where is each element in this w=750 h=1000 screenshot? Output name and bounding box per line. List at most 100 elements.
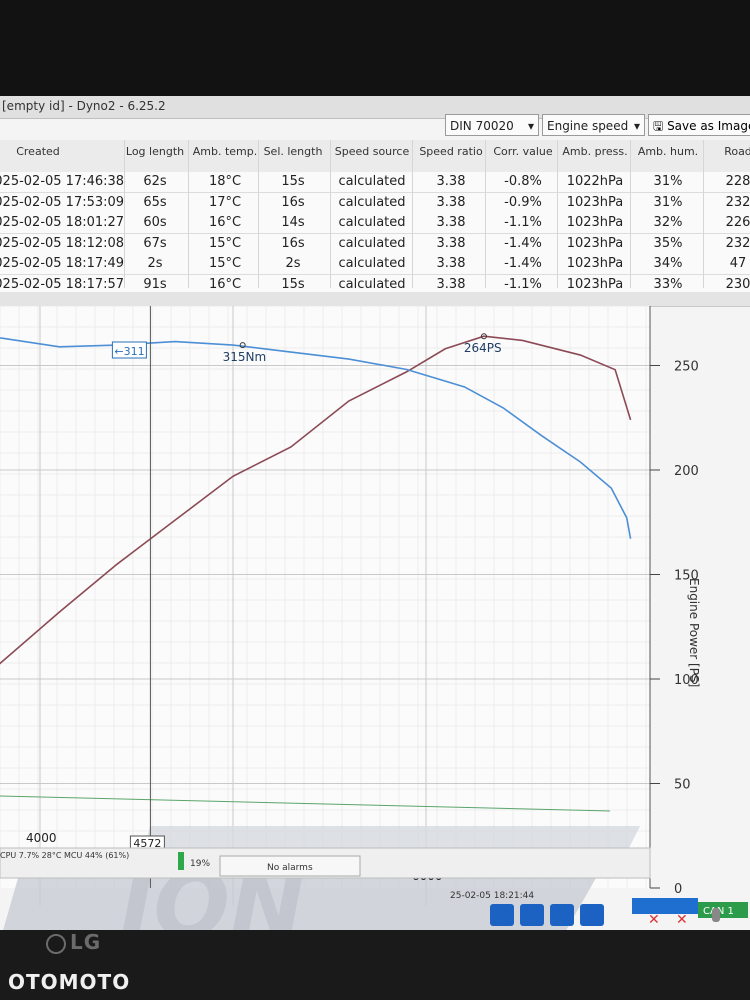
column-separator xyxy=(258,140,259,288)
table-cell: -1.4% xyxy=(504,235,542,251)
lg-logo: LG xyxy=(46,930,101,954)
table-row[interactable]: 2025-02-05 18:12:0867s15°C16scalculated3… xyxy=(0,233,750,255)
x-tick-label: 4000 xyxy=(26,831,57,845)
table-cell: calculated xyxy=(338,215,406,230)
bluetooth-icon[interactable] xyxy=(490,904,514,926)
window-title: [empty id] - Dyno2 - 6.25.2 xyxy=(2,99,166,113)
pane-divider[interactable] xyxy=(0,292,750,307)
table-cell: 3.38 xyxy=(436,235,466,251)
column-separator xyxy=(412,140,413,288)
axis-select-value: Engine speed xyxy=(547,119,629,133)
table-cell: 232 xyxy=(725,235,750,251)
column-header-8[interactable]: Amb. press. xyxy=(555,146,635,158)
table-cell: 2025-02-05 17:53:09 xyxy=(0,194,125,210)
column-header-10[interactable]: Road xyxy=(698,146,750,158)
y-tick-label: 250 xyxy=(674,360,699,375)
table-cell: 228 xyxy=(725,174,750,189)
table-cell: 33% xyxy=(653,276,683,292)
table-cell: calculated xyxy=(338,235,406,251)
refresh-icon[interactable] xyxy=(580,904,604,926)
axis-select[interactable]: Engine speed ▾ xyxy=(542,114,645,136)
table-row[interactable]: 2025-02-05 17:53:0965s17°C16scalculated3… xyxy=(0,192,750,214)
column-separator xyxy=(124,140,125,288)
table-cell: 2025-02-05 18:17:49 xyxy=(0,256,125,271)
y-tick-label: 50 xyxy=(674,778,691,793)
table-cell: 65s xyxy=(143,194,167,210)
column-header-5[interactable]: Speed source xyxy=(332,146,412,158)
column-header-7[interactable]: Corr. value xyxy=(483,146,563,158)
chevron-down-icon: ▾ xyxy=(633,119,640,133)
table-row[interactable]: 2025-02-05 17:46:3862s18°C15scalculated3… xyxy=(0,172,750,193)
save-as-image-button[interactable]: 🖫 Save as Image xyxy=(648,114,750,136)
load-bar xyxy=(178,852,184,870)
peak-label: 264PS xyxy=(464,341,502,355)
table-cell: calculated xyxy=(338,174,406,189)
column-header-9[interactable]: Amb. hum. xyxy=(628,146,708,158)
table-row[interactable]: 2025-02-05 18:17:492s15°C2scalculated3.3… xyxy=(0,254,750,275)
table-cell: 2s xyxy=(285,256,301,271)
table-cell: 16s xyxy=(281,194,305,210)
monitor-bezel-top xyxy=(0,0,750,96)
table-cell: calculated xyxy=(338,256,406,271)
table-cell: 1022hPa xyxy=(566,174,624,189)
column-header-6[interactable]: Speed ratio xyxy=(411,146,491,158)
cursor-torque-label: ←311 xyxy=(114,345,144,358)
column-header-1[interactable]: Created xyxy=(0,146,78,158)
table-cell: 3.38 xyxy=(436,276,466,292)
mute-icon[interactable]: ✕ xyxy=(676,912,688,928)
table-cell: 3.38 xyxy=(436,174,466,189)
dyno-chart[interactable]: ION050100150200250Engine Power [PS]40005… xyxy=(0,306,750,930)
table-cell: calculated xyxy=(338,194,406,210)
table-cell: 3.38 xyxy=(436,194,466,210)
standard-select-value: DIN 70020 xyxy=(450,119,514,133)
sync-arrows-icon[interactable] xyxy=(550,904,574,926)
load-text: 19% xyxy=(190,859,210,869)
table-cell: 47 xyxy=(729,256,747,271)
table-cell: 14s xyxy=(281,215,305,230)
table-cell: 1023hPa xyxy=(566,235,624,251)
table-cell: 34% xyxy=(653,256,683,271)
column-header-4[interactable]: Sel. length xyxy=(253,146,333,158)
table-cell: 1023hPa xyxy=(566,276,624,292)
datetime-text: 25-02-05 18:21:44 xyxy=(450,891,534,901)
alarms-text: No alarms xyxy=(267,863,313,873)
table-cell: 230 xyxy=(725,276,750,292)
table-cell: 16s xyxy=(281,235,305,251)
table-cell: -1.1% xyxy=(504,215,542,230)
table-cell: 1023hPa xyxy=(566,256,624,271)
table-header: Created Log length Amb. temp. Sel. length Sp… xyxy=(0,140,750,173)
table-cell: 2025-02-05 18:17:57 xyxy=(0,276,125,292)
table-cell: -1.4% xyxy=(504,256,542,271)
column-header-2[interactable]: Log length xyxy=(115,146,195,158)
save-icon: 🖫 xyxy=(653,119,664,133)
y-axis-label: Engine Power [PS] xyxy=(687,578,701,687)
y-tick-label: 200 xyxy=(674,464,699,479)
table-cell: 1023hPa xyxy=(566,194,624,210)
table-cell: 2025-02-05 18:01:27 xyxy=(0,215,125,230)
column-separator xyxy=(557,140,558,288)
table-cell: 31% xyxy=(653,194,683,210)
table-cell: 3.38 xyxy=(436,256,466,271)
peak-label: 315Nm xyxy=(223,350,267,364)
table-cell: 2s xyxy=(147,256,163,271)
table-cell: calculated xyxy=(338,276,406,292)
chevron-down-icon: ▾ xyxy=(527,119,534,133)
table-cell: 67s xyxy=(143,235,167,251)
table-cell: 31% xyxy=(653,174,683,189)
table-cell: -1.1% xyxy=(504,276,542,292)
table-cell: -0.9% xyxy=(504,194,542,210)
table-cell: 15s xyxy=(281,174,305,189)
column-separator xyxy=(330,140,331,288)
network-off-icon[interactable]: ✕ xyxy=(648,912,660,928)
table-row[interactable]: 2025-02-05 18:01:2760s16°C14scalculated3… xyxy=(0,213,750,234)
table-cell: 3.38 xyxy=(436,215,466,230)
table-cell: 232 xyxy=(725,194,750,210)
remote-icon[interactable] xyxy=(520,904,544,926)
table-cell: 226 xyxy=(725,215,750,230)
table-cell: 15s xyxy=(281,276,305,292)
microphone-icon[interactable] xyxy=(712,908,720,922)
table-cell: 2025-02-05 18:12:08 xyxy=(0,235,125,251)
lg-brand-text: LG xyxy=(70,930,102,954)
standard-select[interactable]: DIN 70020 ▾ xyxy=(445,114,539,136)
site-watermark: OTOMOTO xyxy=(8,970,131,994)
